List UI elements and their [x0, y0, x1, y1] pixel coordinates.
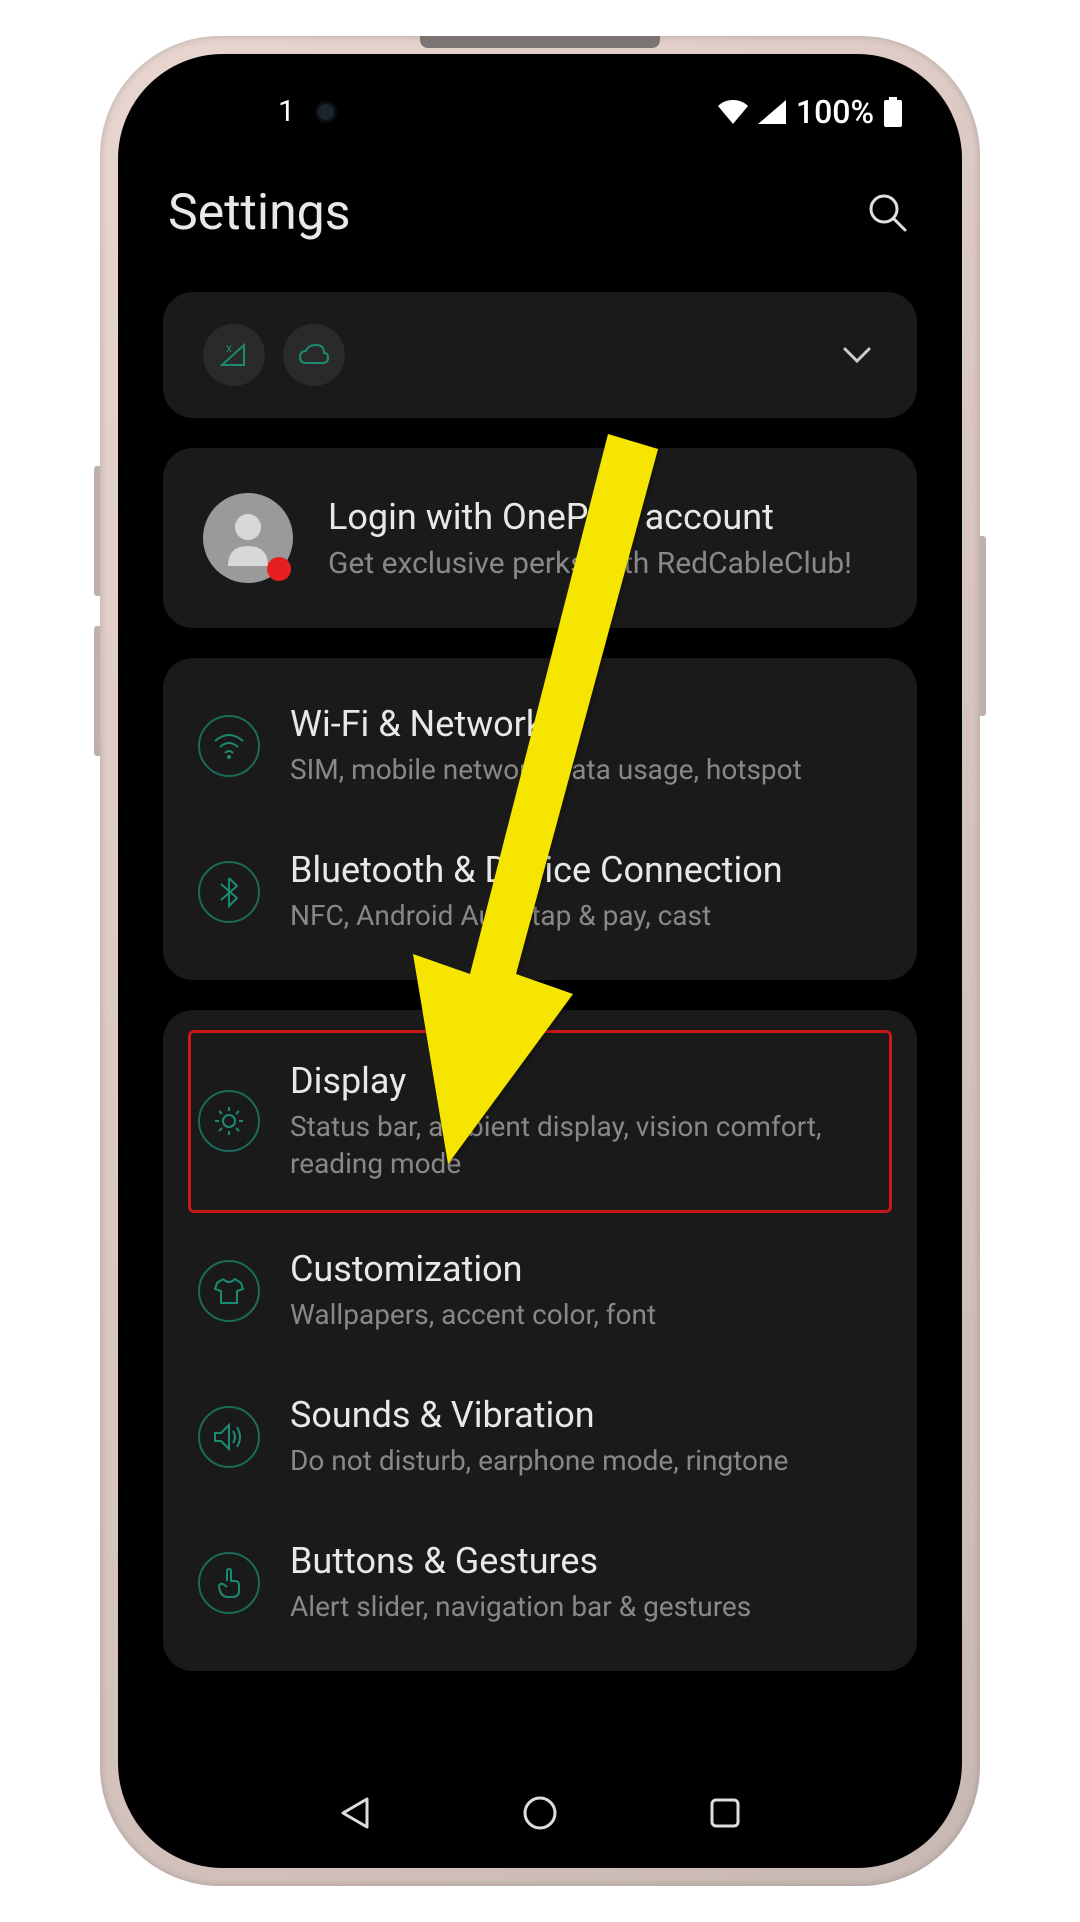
item-subtitle: Alert slider, navigation bar & gestures: [290, 1588, 882, 1626]
screen: 1 x 100% Settings: [118, 54, 962, 1868]
item-title: Display: [290, 1060, 882, 1102]
item-title: Wi-Fi & Network: [290, 703, 882, 745]
touch-icon: [198, 1552, 260, 1614]
settings-item-wifi[interactable]: Wi-Fi & Network SIM, mobile network, dat…: [163, 673, 917, 819]
settings-item-sounds[interactable]: Sounds & Vibration Do not disturb, earph…: [163, 1364, 917, 1510]
account-title: Login with OnePlus account: [328, 496, 852, 538]
account-text: Login with OnePlus account Get exclusive…: [328, 496, 852, 581]
phone-notch: [420, 36, 660, 48]
header: Settings: [118, 144, 962, 292]
quick-toggles-card[interactable]: x: [163, 292, 917, 418]
search-icon: [867, 192, 909, 234]
avatar: [203, 493, 293, 583]
quick-cloud-toggle[interactable]: [283, 324, 345, 386]
item-subtitle: Status bar, ambient display, vision comf…: [290, 1108, 882, 1184]
nav-home-button[interactable]: [520, 1793, 560, 1833]
item-title: Sounds & Vibration: [290, 1394, 882, 1436]
item-title: Customization: [290, 1248, 882, 1290]
nav-recent-button[interactable]: [705, 1793, 745, 1833]
settings-item-display[interactable]: Display Status bar, ambient display, vis…: [188, 1030, 892, 1214]
status-right: x 100%: [718, 93, 902, 131]
svg-text:x: x: [226, 341, 232, 355]
wifi-network-icon: [198, 715, 260, 777]
content: x Login wit: [118, 292, 962, 1671]
account-subtitle: Get exclusive perks with RedCableClub!: [328, 546, 852, 581]
status-bar: 1 x 100%: [118, 54, 962, 144]
navigation-bar: [118, 1758, 962, 1868]
item-title: Buttons & Gestures: [290, 1540, 882, 1582]
phone-volume-down: [94, 626, 100, 756]
settings-item-customization[interactable]: Customization Wallpapers, accent color, …: [163, 1218, 917, 1364]
notification-count: 1: [278, 94, 295, 129]
recent-square-icon: [709, 1797, 741, 1829]
notification-badge: [267, 557, 291, 581]
settings-group-network: Wi-Fi & Network SIM, mobile network, dat…: [163, 658, 917, 980]
nav-back-button[interactable]: [335, 1793, 375, 1833]
phone-power-button: [980, 536, 986, 716]
cloud-icon: [298, 343, 330, 367]
front-camera: [315, 101, 337, 123]
item-subtitle: SIM, mobile network, data usage, hotspot: [290, 751, 882, 789]
quick-icons: x: [203, 324, 345, 386]
tshirt-icon: [198, 1260, 260, 1322]
chevron-down-icon: [841, 345, 873, 365]
battery-percent: 100%: [796, 93, 874, 131]
phone-volume-up: [94, 466, 100, 596]
person-icon: [223, 511, 273, 566]
search-button[interactable]: [864, 189, 912, 237]
page-title: Settings: [168, 184, 351, 242]
account-login-card[interactable]: Login with OnePlus account Get exclusive…: [163, 448, 917, 628]
status-left: 1: [278, 94, 337, 129]
expand-toggle[interactable]: [837, 335, 877, 375]
wifi-icon: [718, 100, 748, 124]
item-subtitle: Wallpapers, accent color, font: [290, 1296, 882, 1334]
bluetooth-icon: [198, 861, 260, 923]
signal-icon: x: [758, 100, 786, 124]
battery-icon: [884, 97, 902, 127]
settings-group-device: Display Status bar, ambient display, vis…: [163, 1010, 917, 1671]
settings-item-buttons[interactable]: Buttons & Gestures Alert slider, navigat…: [163, 1510, 917, 1656]
item-subtitle: Do not disturb, earphone mode, ringtone: [290, 1442, 882, 1480]
quick-signal-toggle[interactable]: x: [203, 324, 265, 386]
home-circle-icon: [522, 1795, 558, 1831]
speaker-icon: [198, 1406, 260, 1468]
signal-off-icon: x: [218, 339, 250, 371]
phone-frame: 1 x 100% Settings: [100, 36, 980, 1886]
svg-text:x: x: [764, 100, 772, 114]
settings-item-bluetooth[interactable]: Bluetooth & Device Connection NFC, Andro…: [163, 819, 917, 965]
item-subtitle: NFC, Android Auto, tap & pay, cast: [290, 897, 882, 935]
brightness-icon: [198, 1090, 260, 1152]
item-title: Bluetooth & Device Connection: [290, 849, 882, 891]
back-triangle-icon: [339, 1795, 371, 1831]
